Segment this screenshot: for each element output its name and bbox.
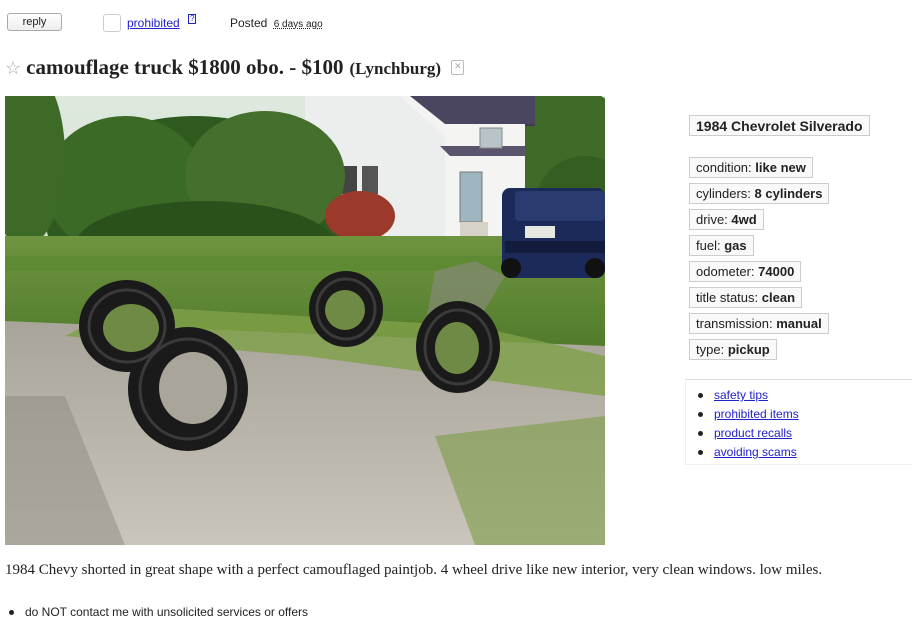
vehicle-title: 1984 Chevrolet Silverado xyxy=(689,115,870,136)
list-item: product recalls xyxy=(698,424,912,443)
list-item: safety tips xyxy=(698,386,912,405)
attr-label: transmission: xyxy=(696,316,773,331)
attr-fuel: fuel: gas xyxy=(689,235,754,256)
prohibited-items-link[interactable]: prohibited items xyxy=(714,407,799,421)
flag-checkbox[interactable] xyxy=(103,14,121,32)
attr-odometer: odometer: 74000 xyxy=(689,261,802,282)
attr-value: 4wd xyxy=(731,212,757,227)
attr-drive: drive: 4wd xyxy=(689,209,764,230)
safety-links: safety tips prohibited items product rec… xyxy=(685,379,912,465)
attr-value: like new xyxy=(755,160,806,175)
posting-body: 1984 Chevy shorted in great shape with a… xyxy=(5,562,823,578)
attr-condition: condition: like new xyxy=(689,157,813,178)
attr-label: cylinders: xyxy=(696,186,751,201)
attr-value: 74000 xyxy=(758,264,795,279)
title-text: camouflage truck $1800 obo. - $100 xyxy=(26,55,344,79)
attr-label: odometer: xyxy=(696,264,755,279)
attr-cylinders: cylinders: 8 cylinders xyxy=(689,183,830,204)
posting-title: ☆ camouflage truck $1800 obo. - $100 (Ly… xyxy=(5,55,465,81)
notice-text: do NOT contact me with unsolicited servi… xyxy=(25,605,309,619)
posted-time: 6 days ago xyxy=(273,19,323,30)
help-icon[interactable]: ? xyxy=(188,14,197,24)
attr-value: gas xyxy=(724,238,747,253)
list-item: avoiding scams xyxy=(698,443,912,462)
attr-label: drive: xyxy=(696,212,728,227)
attr-label: fuel: xyxy=(696,238,721,253)
attr-label: type: xyxy=(696,342,725,357)
title-location: (Lynchburg) xyxy=(349,59,442,78)
attr-label: condition: xyxy=(696,160,752,175)
attr-value: manual xyxy=(776,316,822,331)
attr-transmission: transmission: manual xyxy=(689,313,829,334)
attr-value: 8 cylinders xyxy=(754,186,823,201)
star-icon[interactable]: ☆ xyxy=(5,58,21,79)
posting-photo[interactable] xyxy=(5,96,605,545)
hide-icon[interactable] xyxy=(451,60,465,75)
posted-date: Posted 6 days ago xyxy=(230,16,323,30)
bullet-icon xyxy=(9,609,14,615)
attr-title-status: title status: clean xyxy=(689,287,803,308)
attr-value: pickup xyxy=(727,342,770,357)
attr-value: clean xyxy=(761,290,796,305)
avoiding-scams-link[interactable]: avoiding scams xyxy=(714,445,797,459)
attr-type: type: pickup xyxy=(689,339,777,360)
product-recalls-link[interactable]: product recalls xyxy=(714,426,792,440)
posted-label: Posted xyxy=(230,16,268,30)
attr-label: title status: xyxy=(696,290,759,305)
prohibited-link[interactable]: prohibited xyxy=(127,16,180,30)
safety-tips-link[interactable]: safety tips xyxy=(714,388,768,402)
notice-item: do NOT contact me with unsolicited servi… xyxy=(9,605,308,619)
reply-button[interactable]: reply xyxy=(7,13,62,31)
list-item: prohibited items xyxy=(698,405,912,424)
